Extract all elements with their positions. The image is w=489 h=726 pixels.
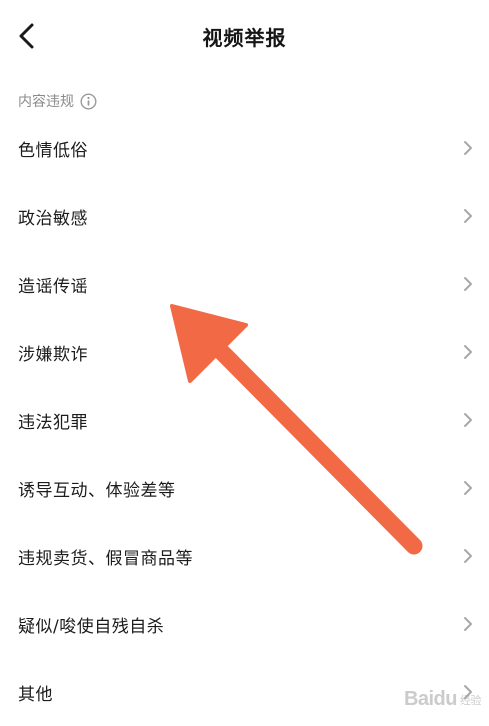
- chevron-right-icon: [464, 549, 472, 563]
- chevron-right-icon: [464, 209, 472, 223]
- chevron-right-icon: [464, 481, 472, 495]
- watermark-text: Baidu: [403, 688, 458, 710]
- list-item-label: 色情低俗: [18, 140, 88, 161]
- chevron-right-icon: [464, 617, 472, 631]
- chevron-right-icon: [464, 277, 472, 291]
- list-item-label: 造谣传谣: [18, 276, 88, 297]
- list-item-label: 政治敏感: [18, 208, 88, 229]
- list-item[interactable]: 色情低俗: [0, 114, 489, 182]
- list-item[interactable]: 违规卖货、假冒商品等: [0, 522, 489, 590]
- list-item-label: 疑似/唆使自残自杀: [18, 616, 165, 637]
- section-header: 内容违规: [18, 90, 97, 112]
- baidu-watermark: Baidu 经验: [403, 688, 482, 711]
- list-item-label: 其他: [18, 684, 53, 705]
- page-title: 视频举报: [202, 26, 287, 50]
- watermark-sub: 经验: [460, 695, 482, 707]
- list-item[interactable]: 违法犯罪: [0, 386, 489, 454]
- list-item[interactable]: 诱导互动、体验差等: [0, 454, 489, 522]
- chevron-right-icon: [464, 141, 472, 155]
- list-item-label: 涉嫌欺诈: [18, 344, 88, 365]
- header-bar: 视频举报: [0, 0, 489, 80]
- chevron-right-icon: [464, 345, 472, 359]
- list-item[interactable]: 涉嫌欺诈: [0, 318, 489, 386]
- report-reason-list: 色情低俗 政治敏感 造谣传谣 涉嫌欺诈 违法犯罪 诱导互动、体验差等 违规卖货、…: [0, 114, 489, 726]
- list-item-label: 违法犯罪: [18, 412, 88, 433]
- list-item-label: 诱导互动、体验差等: [18, 480, 176, 501]
- chevron-right-icon: [464, 413, 472, 427]
- list-item[interactable]: 政治敏感: [0, 182, 489, 250]
- list-item[interactable]: 疑似/唆使自残自杀: [0, 590, 489, 658]
- section-label: 内容违规: [18, 94, 74, 110]
- info-circle-icon[interactable]: [80, 92, 97, 110]
- list-item[interactable]: 造谣传谣: [0, 250, 489, 318]
- list-item-label: 违规卖货、假冒商品等: [18, 548, 193, 569]
